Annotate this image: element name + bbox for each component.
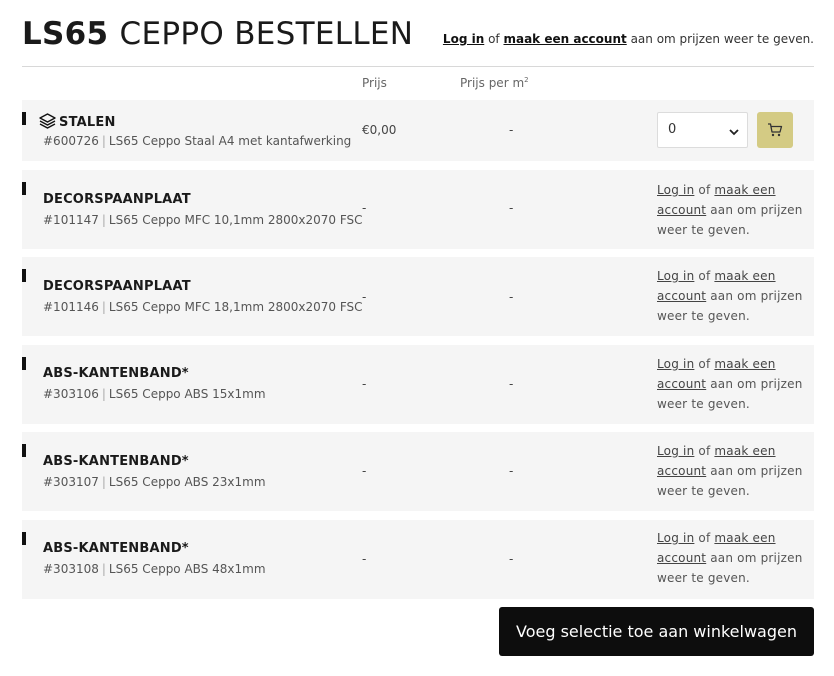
product-price: - bbox=[362, 290, 367, 304]
product-price-per-m2: - bbox=[509, 290, 514, 304]
add-selection-to-cart-button[interactable]: Voeg selectie toe aan winkelwagen bbox=[499, 607, 814, 656]
product-price-per-m2: - bbox=[509, 377, 514, 391]
product-name: ABS-KANTENBAND* bbox=[43, 366, 189, 381]
product-sku: #600726 bbox=[43, 134, 99, 148]
row-marker bbox=[22, 357, 26, 370]
header-account-link[interactable]: maak een account bbox=[503, 32, 626, 46]
product-price-per-m2: - bbox=[509, 552, 514, 566]
product-sub: #101146 | LS65 Ceppo MFC 18,1mm 2800x2070 … bbox=[43, 300, 363, 314]
row-marker bbox=[22, 112, 26, 125]
product-row: ABS-KANTENBAND* #303107 | LS65 Ceppo ABS 2… bbox=[22, 432, 814, 511]
product-row: DECORSPAANPLAAT #101147 | LS65 Ceppo MFC 1… bbox=[22, 170, 814, 249]
product-desc: LS65 Ceppo ABS 15x1mm bbox=[108, 387, 266, 401]
product-sku: #303108 bbox=[43, 562, 99, 576]
row-marker bbox=[22, 182, 26, 195]
row-of-text: of bbox=[698, 357, 711, 371]
product-sub: #101147 | LS65 Ceppo MFC 10,1mm 2800x2070 … bbox=[43, 213, 363, 227]
column-header-price: Prijs bbox=[362, 76, 387, 90]
product-price-per-m2: - bbox=[509, 123, 514, 137]
product-name: DECORSPAANPLAAT bbox=[43, 279, 191, 294]
chevron-down-icon bbox=[729, 125, 739, 140]
price-per-m2-superscript: 2 bbox=[524, 76, 529, 84]
column-header-price-per-m2: Prijs per m2 bbox=[460, 76, 529, 90]
row-login-note: Log in of maak een account aan om prijze… bbox=[657, 266, 807, 326]
row-login-link[interactable]: Log in bbox=[657, 183, 694, 197]
product-name: ABS-KANTENBAND* bbox=[43, 454, 189, 469]
product-price: - bbox=[362, 201, 367, 215]
header-of-text: of bbox=[488, 32, 500, 46]
product-row: ABS-KANTENBAND* #303108 | LS65 Ceppo ABS 4… bbox=[22, 520, 814, 599]
product-desc: LS65 Ceppo ABS 48x1mm bbox=[108, 562, 266, 576]
price-per-m2-label: Prijs per m bbox=[460, 76, 525, 90]
product-sku: #101146 bbox=[43, 300, 99, 314]
product-sub: #303108 | LS65 Ceppo ABS 48x1mm bbox=[43, 562, 266, 576]
product-name: DECORSPAANPLAAT bbox=[43, 192, 191, 207]
title-model: LS65 bbox=[22, 16, 109, 52]
header-login-note: Log in of maak een account aan om prijze… bbox=[443, 32, 814, 46]
product-name: STALEN bbox=[39, 113, 116, 133]
row-login-note: Log in of maak een account aan om prijze… bbox=[657, 528, 807, 588]
layers-icon bbox=[39, 113, 56, 133]
product-price: - bbox=[362, 552, 367, 566]
row-login-note: Log in of maak een account aan om prijze… bbox=[657, 354, 807, 414]
quantity-select[interactable]: 0 bbox=[657, 112, 748, 148]
page-title: LS65 CEPPO BESTELLEN bbox=[22, 14, 413, 54]
product-sku: #303107 bbox=[43, 475, 99, 489]
row-of-text: of bbox=[698, 531, 711, 545]
product-price-per-m2: - bbox=[509, 464, 514, 478]
header-login-suffix: aan om prijzen weer te geven. bbox=[630, 32, 814, 46]
row-of-text: of bbox=[698, 269, 711, 283]
product-price-per-m2: - bbox=[509, 201, 514, 215]
product-price: - bbox=[362, 464, 367, 478]
product-row: ABS-KANTENBAND* #303106 | LS65 Ceppo ABS 1… bbox=[22, 345, 814, 424]
product-sub: #303107 | LS65 Ceppo ABS 23x1mm bbox=[43, 475, 266, 489]
row-of-text: of bbox=[698, 183, 711, 197]
title-text: CEPPO BESTELLEN bbox=[119, 16, 414, 52]
header-divider bbox=[22, 66, 814, 67]
product-row: DECORSPAANPLAAT #101146 | LS65 Ceppo MFC 1… bbox=[22, 257, 814, 336]
product-name-text: STALEN bbox=[59, 115, 116, 130]
product-sku: #303106 bbox=[43, 387, 99, 401]
product-name: ABS-KANTENBAND* bbox=[43, 541, 189, 556]
product-desc: LS65 Ceppo MFC 10,1mm 2800x2070 FSC bbox=[108, 213, 363, 227]
page-header: LS65 CEPPO BESTELLEN Log in of maak een … bbox=[22, 14, 814, 66]
product-price: - bbox=[362, 377, 367, 391]
row-login-link[interactable]: Log in bbox=[657, 269, 694, 283]
row-login-link[interactable]: Log in bbox=[657, 531, 694, 545]
row-marker bbox=[22, 269, 26, 282]
product-desc: LS65 Ceppo MFC 18,1mm 2800x2070 FSC bbox=[108, 300, 363, 314]
product-sub: #303106 | LS65 Ceppo ABS 15x1mm bbox=[43, 387, 266, 401]
row-login-note: Log in of maak een account aan om prijze… bbox=[657, 441, 807, 501]
add-to-cart-button[interactable] bbox=[757, 112, 793, 148]
product-sub: #600726 | LS65 Ceppo Staal A4 met kantafwe… bbox=[43, 134, 352, 148]
product-price: €0,00 bbox=[362, 123, 397, 137]
product-sku: #101147 bbox=[43, 213, 99, 227]
row-login-note: Log in of maak een account aan om prijze… bbox=[657, 180, 807, 240]
header-login-link[interactable]: Log in bbox=[443, 32, 484, 46]
quantity-value: 0 bbox=[668, 122, 677, 137]
product-desc: LS65 Ceppo Staal A4 met kantafwerking bbox=[108, 134, 352, 148]
row-of-text: of bbox=[698, 444, 711, 458]
product-desc: LS65 Ceppo ABS 23x1mm bbox=[108, 475, 266, 489]
product-row-stalen: STALEN #600726 | LS65 Ceppo Staal A4 met k… bbox=[22, 100, 814, 161]
row-login-link[interactable]: Log in bbox=[657, 444, 694, 458]
row-marker bbox=[22, 444, 26, 457]
row-marker bbox=[22, 532, 26, 545]
row-login-link[interactable]: Log in bbox=[657, 357, 694, 371]
